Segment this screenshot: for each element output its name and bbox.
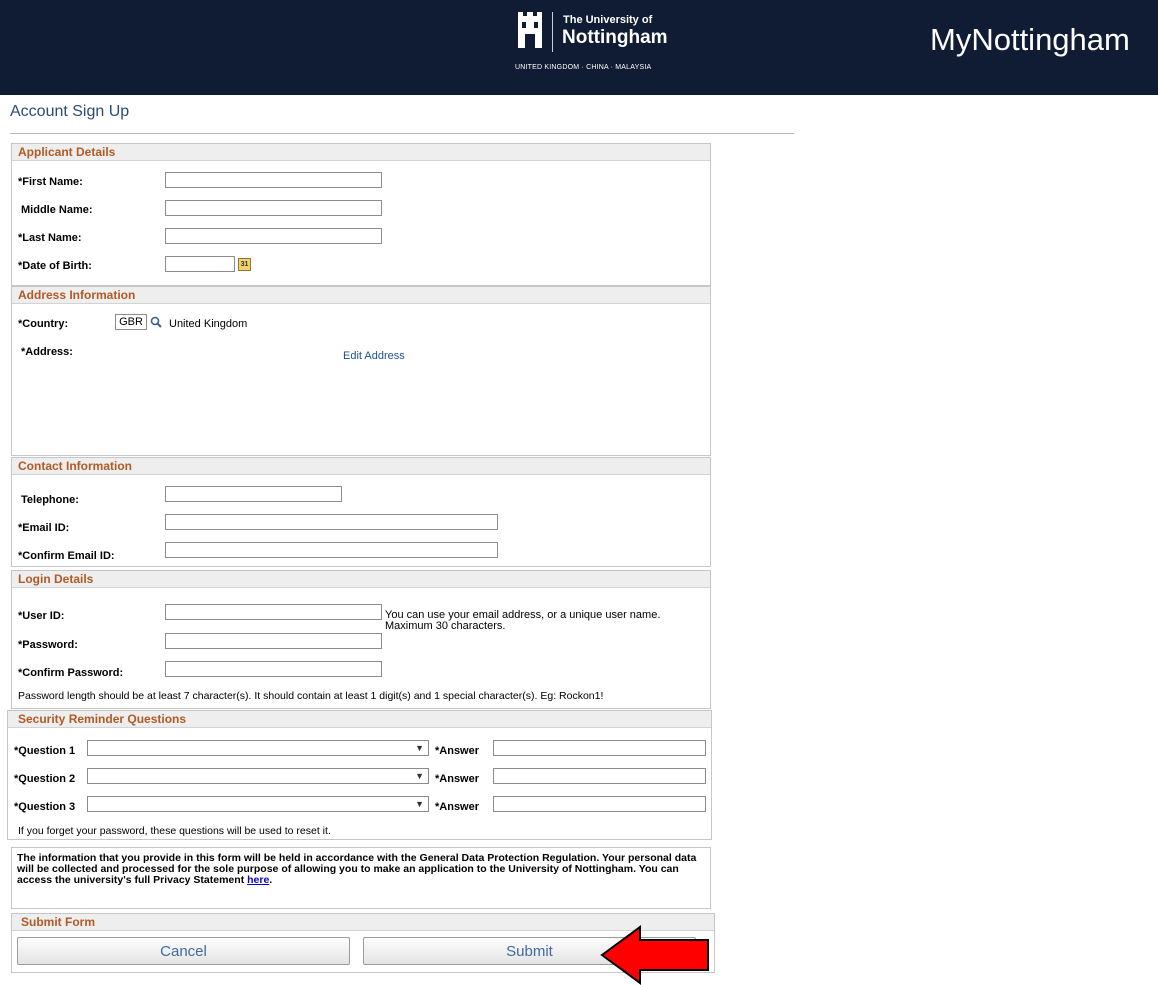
user-id-label: *User ID: [18,610,65,622]
question-1-label: *Question 1 [14,745,76,757]
logo-divider [552,12,553,52]
section-heading: Security Reminder Questions [8,711,711,728]
dropdown-arrow-icon: ▼ [415,743,424,753]
logo-top-text: The University of [563,14,653,26]
edit-address-link[interactable]: Edit Address [343,350,405,362]
red-arrow-annotation-icon [600,925,709,985]
confirm-password-label: *Confirm Password: [18,667,124,679]
security-questions-section: Security Reminder Questions *Question 1 … [7,710,712,840]
login-details-section: Login Details *User ID: You can use your… [11,570,711,709]
section-heading: Address Information [12,287,710,304]
cancel-button[interactable]: Cancel [17,937,350,965]
section-heading: Applicant Details [12,144,710,161]
logo-subtitle: UNITED KINGDOM · CHINA · MALAYSIA [515,64,652,71]
telephone-input[interactable] [165,486,342,502]
answer-2-input[interactable] [493,768,706,784]
question-1-select[interactable]: ▼ [87,740,429,756]
site-header: The University of Nottingham UNITED KING… [0,0,1158,95]
confirm-password-input[interactable] [165,661,382,677]
question-2-label: *Question 2 [14,773,76,785]
user-id-input[interactable] [165,604,382,620]
email-label: *Email ID: [18,522,70,534]
question-2-select[interactable]: ▼ [87,768,429,784]
password-input[interactable] [165,633,382,649]
email-input[interactable] [165,514,498,530]
confirm-email-label: *Confirm Email ID: [18,550,115,562]
logo-name-text: Nottingham [562,27,668,48]
contact-information-section: Contact Information Telephone: *Email ID… [11,457,711,567]
security-note: If you forget your password, these quest… [18,825,331,837]
title-divider [10,133,794,134]
university-logo[interactable]: The University of Nottingham UNITED KING… [515,10,685,84]
date-of-birth-input[interactable] [165,256,235,272]
date-of-birth-label: *Date of Birth: [18,260,92,272]
first-name-label: *First Name: [18,176,83,188]
password-label: *Password: [18,639,78,651]
country-label: *Country: [18,318,69,330]
calendar-icon[interactable]: 31 [238,258,251,271]
dropdown-arrow-icon: ▼ [415,799,424,809]
privacy-statement-link[interactable]: here [247,874,269,886]
answer-1-label: *Answer [435,745,480,757]
castle-crest-icon [518,12,542,48]
privacy-notice-text: The information that you provide in this… [17,852,697,886]
address-label: *Address: [21,346,73,358]
address-information-section: Address Information *Country: GBR United… [11,286,711,456]
app-title: MyNottingham [930,22,1130,57]
answer-1-input[interactable] [493,740,706,756]
confirm-email-input[interactable] [165,542,498,558]
last-name-label: *Last Name: [18,232,82,244]
password-rule-text: Password length should be at least 7 cha… [18,690,604,702]
user-id-max-help: Maximum 30 characters. [385,620,506,632]
section-heading: Contact Information [12,458,710,475]
question-3-label: *Question 3 [14,801,76,813]
answer-3-input[interactable] [493,796,706,812]
privacy-notice: The information that you provide in this… [11,847,711,909]
dropdown-arrow-icon: ▼ [415,771,424,781]
country-code-input[interactable]: GBR [115,314,147,330]
privacy-notice-end: . [269,874,273,886]
last-name-input[interactable] [165,228,382,244]
telephone-label: Telephone: [21,494,79,506]
answer-2-label: *Answer [435,773,480,785]
first-name-input[interactable] [165,172,382,188]
middle-name-input[interactable] [165,200,382,216]
page-title: Account Sign Up [10,103,130,120]
applicant-details-section: Applicant Details *First Name: Middle Na… [11,143,711,286]
section-heading: Login Details [12,571,710,588]
lookup-search-icon[interactable] [150,316,162,328]
question-3-select[interactable]: ▼ [87,796,429,812]
answer-3-label: *Answer [435,801,480,813]
middle-name-label: Middle Name: [21,204,93,216]
country-name: United Kingdom [169,318,248,330]
